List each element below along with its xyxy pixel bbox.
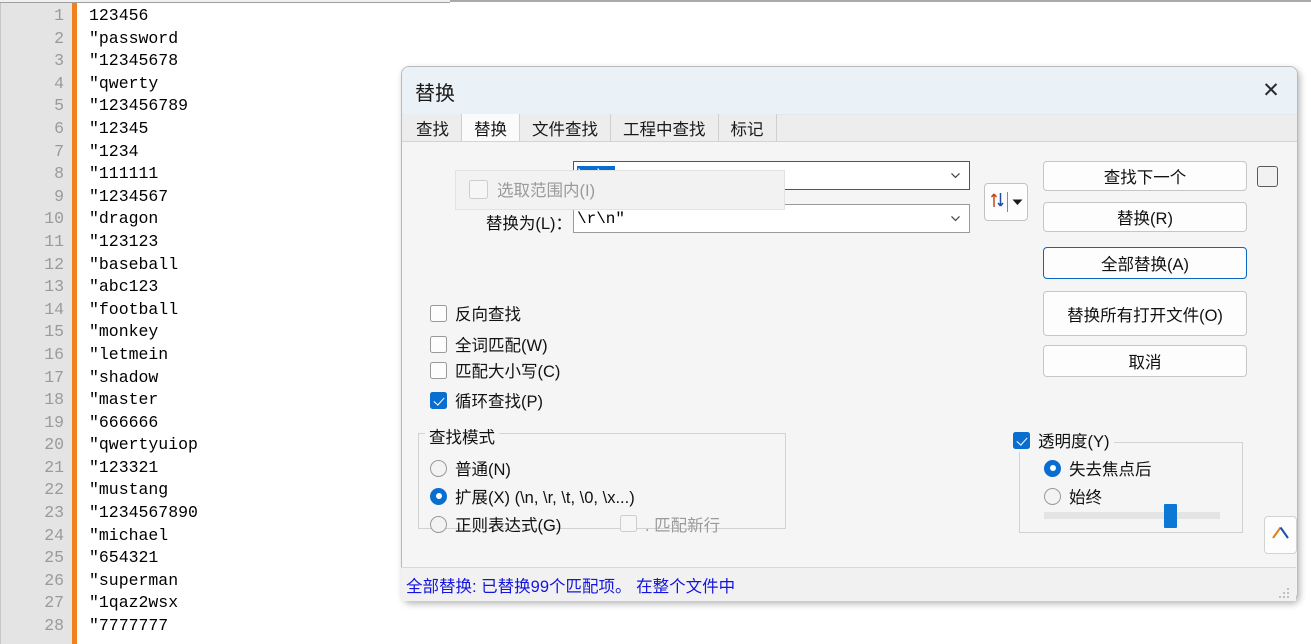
line-number: 15 <box>44 322 64 342</box>
checkbox-box-checked <box>430 391 447 409</box>
dialog-titlebar[interactable]: 替换 ✕ <box>402 67 1297 115</box>
line-number: 27 <box>44 593 64 613</box>
radio-circle-selected <box>430 487 447 505</box>
option-label: 全词匹配(W) <box>455 337 548 355</box>
option-label: 匹配大小写(C) <box>455 363 561 381</box>
line-number: 19 <box>44 412 64 432</box>
checkbox-box <box>430 335 447 353</box>
checkbox-box <box>430 304 447 322</box>
tab-mark[interactable]: 标记 <box>718 114 777 141</box>
mode-label: 扩展(X) (\n, \r, \t, \0, \x...) <box>455 489 635 507</box>
checkbox-box <box>430 361 447 379</box>
replace-with-label: 替换为(L)： <box>485 215 572 233</box>
chevron-down-icon[interactable] <box>950 169 961 180</box>
line-number: 17 <box>44 367 64 387</box>
slider-thumb[interactable] <box>1164 504 1178 528</box>
line-number: 23 <box>44 503 64 523</box>
radio-circle <box>430 515 447 533</box>
replace-with-value: \r\n" <box>577 209 626 228</box>
wrap-around-checkbox[interactable]: 循环查找(P) <box>430 388 543 412</box>
mode-label: 普通(N) <box>455 461 511 479</box>
keep-dialog-checkbox[interactable] <box>1257 166 1278 187</box>
swap-updown-icon <box>990 191 1005 214</box>
close-icon[interactable]: ✕ <box>1249 71 1293 109</box>
tab-find-in-files[interactable]: 文件查找 <box>520 114 611 141</box>
mode-normal-radio[interactable]: 普通(N) <box>430 456 511 480</box>
line-number: 22 <box>44 480 64 500</box>
replace-button[interactable]: 替换(R) <box>1043 202 1247 232</box>
transparency-mode-label: 失去焦点后 <box>1069 461 1152 479</box>
line-number: 28 <box>44 616 64 636</box>
option-label: 反向查找 <box>455 306 521 324</box>
dot-matches-newline-checkbox <box>620 515 637 532</box>
line-number: 24 <box>44 525 64 545</box>
line-number: 9 <box>54 186 64 206</box>
find-next-button[interactable]: 查找下一个 <box>1043 161 1247 191</box>
line-number: 12 <box>44 254 64 274</box>
toolbar-strip <box>0 0 450 3</box>
in-selection-checkbox <box>469 180 488 199</box>
line-number: 5 <box>54 96 64 116</box>
line-number: 26 <box>44 570 64 590</box>
caret-down-icon[interactable] <box>1012 193 1023 211</box>
line-number: 11 <box>44 231 64 251</box>
mode-extended-radio[interactable]: 扩展(X) (\n, \r, \t, \0, \x...) <box>430 484 635 508</box>
checkbox-box-checked <box>1013 431 1030 449</box>
radio-circle-selected <box>1044 459 1061 477</box>
in-selection-label: 选取范围内(I) <box>497 182 596 200</box>
line-number: 16 <box>44 344 64 364</box>
line-number: 4 <box>54 73 64 93</box>
line-number-gutter: 1 2 3 4 5 6 7 8 9 10 11 12 13 14 15 16 17 18 19 20 21 22 23 24 2… <box>0 2 72 644</box>
tab-replace[interactable]: 替换 <box>462 114 520 141</box>
line-number: 13 <box>44 277 64 297</box>
mode-regex-radio[interactable]: 正则表达式(G) <box>430 512 561 536</box>
line-number: 14 <box>44 299 64 319</box>
dot-matches-newline-label: . 匹配新行 <box>645 517 721 535</box>
line-number: 1 <box>54 6 64 25</box>
line-number: 2 <box>54 28 64 48</box>
line-number: 8 <box>54 164 64 184</box>
match-case-checkbox[interactable]: 匹配大小写(C) <box>430 358 560 382</box>
option-label: 循环查找(P) <box>455 393 543 411</box>
dialog-title: 替换 <box>415 83 455 105</box>
tab-find[interactable]: 查找 <box>404 114 462 141</box>
line-number: 6 <box>54 118 64 138</box>
chevron-up-icon <box>1271 525 1290 546</box>
replace-all-files-button[interactable]: 替换所有打开文件(O) <box>1043 291 1247 336</box>
code-line: 123456 <box>89 6 149 25</box>
swap-find-replace-button[interactable] <box>984 183 1028 221</box>
cancel-button[interactable]: 取消 <box>1043 345 1247 377</box>
transparency-checkbox[interactable]: 透明度(Y) <box>1013 428 1114 452</box>
transparency-mode-label: 始终 <box>1069 489 1102 507</box>
radio-circle <box>1044 487 1061 505</box>
swap-divider <box>1006 192 1008 212</box>
line-number: 7 <box>54 141 64 161</box>
chevron-down-icon[interactable] <box>950 212 961 223</box>
line-number: 21 <box>44 457 64 477</box>
dialog-statusbar: 全部替换: 已替换99个匹配项。 在整个文件中 <box>401 567 1296 601</box>
line-number: 3 <box>54 51 64 71</box>
line-number: 10 <box>44 209 64 229</box>
code-line: "password <box>89 28 179 48</box>
backward-direction-checkbox[interactable]: 反向查找 <box>430 301 521 325</box>
search-mode-legend: 查找模式 <box>425 424 499 448</box>
transparency-label: 透明度(Y) <box>1038 433 1110 451</box>
line-number: 18 <box>44 390 64 410</box>
resize-grip[interactable] <box>1279 585 1291 598</box>
mode-label: 正则表达式(G) <box>455 517 562 535</box>
line-number: 20 <box>44 435 64 455</box>
replace-all-button[interactable]: 全部替换(A) <box>1043 247 1247 279</box>
line-number: 25 <box>44 548 64 568</box>
status-message: 全部替换: 已替换99个匹配项。 在整个文件中 <box>406 577 736 596</box>
transparency-on-lose-focus-radio[interactable]: 失去焦点后 <box>1044 456 1152 480</box>
collapse-dialog-button[interactable] <box>1264 516 1297 554</box>
dialog-tabs: 查找 替换 文件查找 工程中查找 标记 <box>402 114 1297 142</box>
radio-circle <box>430 459 447 477</box>
transparency-always-radio[interactable]: 始终 <box>1044 484 1102 508</box>
match-whole-word-checkbox[interactable]: 全词匹配(W) <box>430 332 548 356</box>
code-line: "7777777 <box>89 616 169 636</box>
transparency-slider[interactable] <box>1044 504 1220 528</box>
tab-find-in-project[interactable]: 工程中查找 <box>611 114 719 141</box>
